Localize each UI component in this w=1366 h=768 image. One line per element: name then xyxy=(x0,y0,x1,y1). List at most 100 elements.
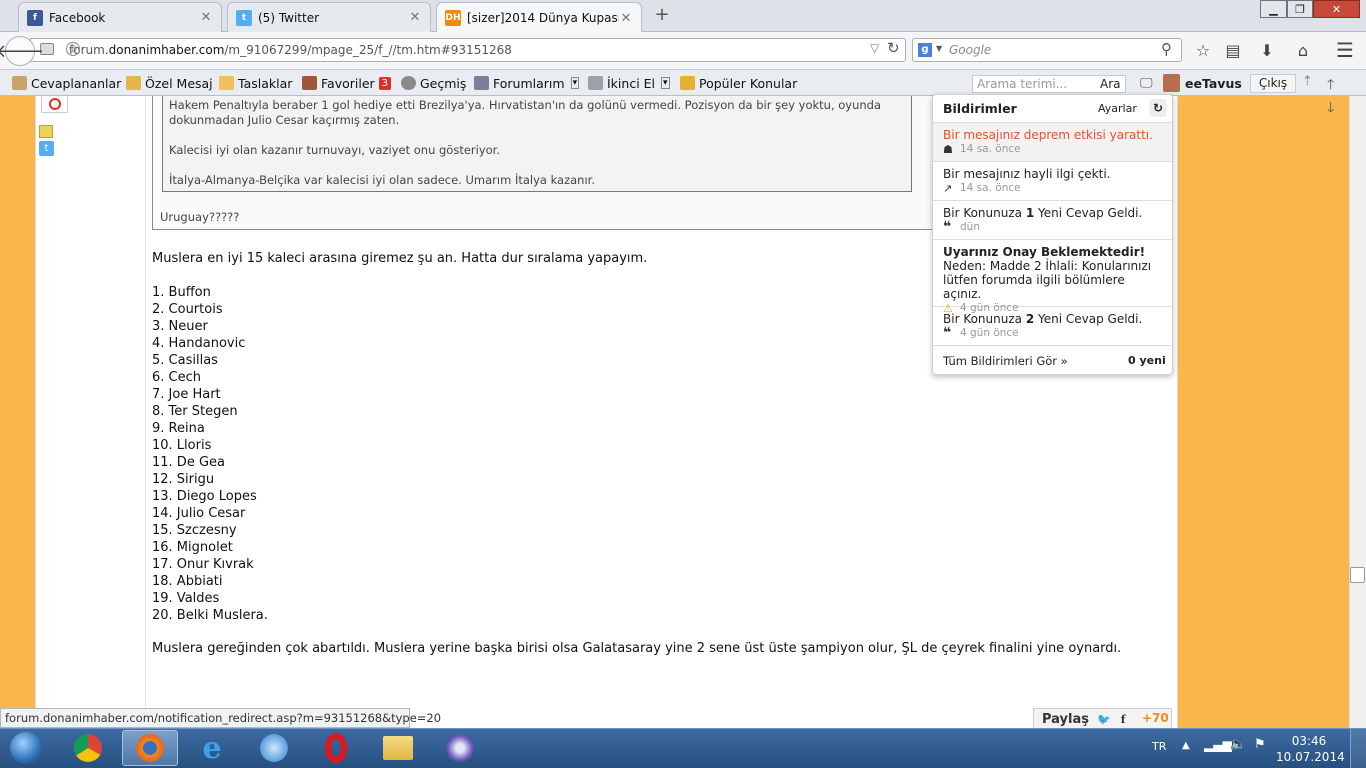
torrent-icon xyxy=(446,734,474,762)
new-count: 0 yeni xyxy=(1128,354,1166,367)
see-all-notifications-link[interactable]: Tüm Bildirimleri Gör » xyxy=(943,354,1068,368)
notification-item[interactable]: Uyarınız Onay Beklemektedir! Neden: Madd… xyxy=(933,240,1172,314)
home-icon[interactable]: ⌂ xyxy=(1292,40,1314,60)
menu-icon[interactable]: ☰ xyxy=(1334,38,1356,62)
scroll-bottom-icon[interactable]: 🡓 xyxy=(1327,97,1334,121)
notification-text-post: Yeni Cevap Geldi. xyxy=(1034,312,1143,326)
bookmark-populer-konular[interactable]: Popüler Konular xyxy=(680,74,797,92)
arrow-up-icon[interactable]: ⇡ xyxy=(1302,74,1313,89)
google-icon[interactable]: g xyxy=(918,43,932,57)
forum-search-button[interactable]: Ara xyxy=(1100,77,1121,91)
notification-text-pre: Bir Konunuza xyxy=(943,206,1026,220)
share-copy-icon[interactable] xyxy=(39,125,53,138)
url-host: donanimhaber.com xyxy=(108,43,225,57)
logout-button[interactable]: Çıkış xyxy=(1250,74,1296,93)
chevron-down-icon[interactable]: ▾ xyxy=(661,77,670,89)
notification-item[interactable]: Bir mesajınız deprem etkisi yarattı. ☗ 14… xyxy=(933,123,1172,162)
url-bar[interactable]: forum. donanimhaber.com/m_91067299/mpage_… xyxy=(30,38,906,62)
maximize-button[interactable]: ❐ xyxy=(1287,0,1313,18)
facebook-icon[interactable]: f xyxy=(1121,713,1126,726)
facebook-icon: f xyxy=(27,9,43,26)
bookmark-label: Geçmiş xyxy=(420,75,467,91)
download-icon[interactable]: ⬇ xyxy=(1256,40,1278,60)
bookmark-label: Popüler Konular xyxy=(699,75,798,91)
tab-title: [sizer]2014 Dünya Kupası | ... xyxy=(467,11,619,25)
clock-date: 10.07.2014 xyxy=(1276,750,1345,764)
bookmark-label: İkinci El xyxy=(607,75,656,91)
start-button[interactable] xyxy=(4,730,48,766)
tab-facebook[interactable]: f Facebook ✕ xyxy=(18,2,222,32)
tab-twitter[interactable]: t (5) Twitter ✕ xyxy=(227,2,431,32)
safari-taskbar-button[interactable] xyxy=(246,730,302,766)
reload-icon[interactable]: ↻ xyxy=(887,39,900,57)
favorites-icon xyxy=(302,76,317,90)
share-label: Paylaş xyxy=(1042,711,1089,727)
explorer-taskbar-button[interactable] xyxy=(370,730,426,766)
bookmark-taslaklar[interactable]: Taslaklar xyxy=(219,74,292,92)
url-path: /m_91067299/mpage_25/f_//tm.htm#93151268 xyxy=(224,43,512,57)
close-window-button[interactable]: ✕ xyxy=(1313,0,1360,18)
close-icon[interactable]: ✕ xyxy=(408,10,422,25)
back-button[interactable]: 🡐 xyxy=(0,36,44,66)
magnifier-icon[interactable]: ⚲ xyxy=(1161,40,1172,58)
language-indicator[interactable]: TR xyxy=(1152,740,1166,753)
minimize-button[interactable]: ▁ xyxy=(1260,0,1287,18)
user-badge-icon[interactable] xyxy=(41,96,68,113)
chrome-taskbar-button[interactable] xyxy=(60,730,116,766)
scrollbar[interactable] xyxy=(1349,96,1366,728)
windows-logo-icon xyxy=(10,732,42,764)
firefox-taskbar-button[interactable] xyxy=(122,730,178,766)
search-input[interactable]: Google xyxy=(912,38,1182,62)
bookmark-forumlarim[interactable]: Forumlarım ▾ xyxy=(474,74,580,92)
username[interactable]: eeTavus xyxy=(1185,76,1242,91)
flag-icon[interactable]: ⚑ xyxy=(1254,737,1266,752)
notification-text-post: Yeni Cevap Geldi. xyxy=(1034,206,1143,220)
bookmark-cevaplananlar[interactable]: Cevaplananlar xyxy=(12,74,121,92)
new-tab-button[interactable]: + xyxy=(650,6,674,26)
tab-title: (5) Twitter xyxy=(258,10,320,25)
bookmark-label: Favoriler xyxy=(321,75,375,91)
notifications-header: Bildirimler Ayarlar ↻ xyxy=(933,95,1172,123)
tray-expand-icon[interactable]: ▲ xyxy=(1182,740,1190,751)
utorrent-taskbar-button[interactable] xyxy=(432,730,488,766)
message-icon xyxy=(126,76,141,90)
close-icon[interactable]: ✕ xyxy=(619,11,633,26)
notification-item[interactable]: Bir mesajınız hayli ilgi çekti. ↗ 14 sa. … xyxy=(933,162,1172,201)
tab-donanimhaber[interactable]: DH [sizer]2014 Dünya Kupası | ... ✕ xyxy=(436,2,642,33)
notification-title: Uyarınız Onay Beklemektedir! xyxy=(943,245,1146,259)
notification-item[interactable]: Bir Konunuza 1 Yeni Cevap Geldi. ❝ dün xyxy=(933,201,1172,240)
network-icon[interactable]: ▂▄▆ xyxy=(1204,738,1232,752)
bookmark-star-icon[interactable]: ☆ xyxy=(1192,40,1214,60)
show-desktop-button[interactable] xyxy=(1350,729,1366,768)
close-icon[interactable]: ✕ xyxy=(199,10,213,25)
forums-icon xyxy=(474,76,489,90)
notification-item[interactable]: Bir Konunuza 2 Yeni Cevap Geldi. ❝ 4 gün … xyxy=(933,307,1172,346)
twitter-share-icon[interactable]: t xyxy=(39,141,54,156)
chevron-down-icon[interactable]: ▾ xyxy=(570,77,580,89)
notification-text: Bir Konunuza 1 Yeni Cevap Geldi. xyxy=(943,206,1162,220)
bookmark-gecmis[interactable]: Geçmiş xyxy=(401,74,466,92)
quote-text: İtalya-Almanya-Belçika var kalecisi iyi … xyxy=(169,173,595,187)
scroll-top-icon[interactable]: 🡑 xyxy=(1327,74,1334,98)
avatar[interactable] xyxy=(1163,74,1180,92)
bookmark-ozel-mesaj[interactable]: Özel Mesaj xyxy=(126,74,213,92)
list-item: 11. De Gea xyxy=(152,455,225,470)
notifications-settings-link[interactable]: Ayarlar xyxy=(1098,102,1137,115)
chevron-down-icon[interactable]: ▼ xyxy=(936,44,942,53)
volume-icon[interactable]: 🔈 xyxy=(1230,737,1246,752)
dropdown-icon[interactable]: ▽ xyxy=(870,41,879,55)
bookmark-label: Taslaklar xyxy=(238,75,293,91)
bookmark-ikinci-el[interactable]: İkinci El ▾ xyxy=(588,74,670,92)
monitor-icon[interactable]: 🖵 xyxy=(1140,76,1153,91)
twitter-icon[interactable]: 🐦 xyxy=(1097,713,1111,726)
favorites-badge: 3 xyxy=(378,76,392,90)
quake-icon: ☗ xyxy=(943,142,953,156)
bookmark-favoriler[interactable]: Favoriler 3 xyxy=(302,74,392,92)
scrollbar-thumb[interactable] xyxy=(1350,567,1365,583)
clock[interactable]: 03:46 10.07.2014 xyxy=(1276,733,1345,765)
ie-taskbar-button[interactable]: e xyxy=(184,730,240,766)
opera-taskbar-button[interactable] xyxy=(308,730,364,766)
refresh-icon[interactable]: ↻ xyxy=(1149,99,1167,117)
notification-count: 2 xyxy=(1025,312,1035,326)
bookmarks-menu-icon[interactable]: ▤ xyxy=(1222,40,1244,60)
